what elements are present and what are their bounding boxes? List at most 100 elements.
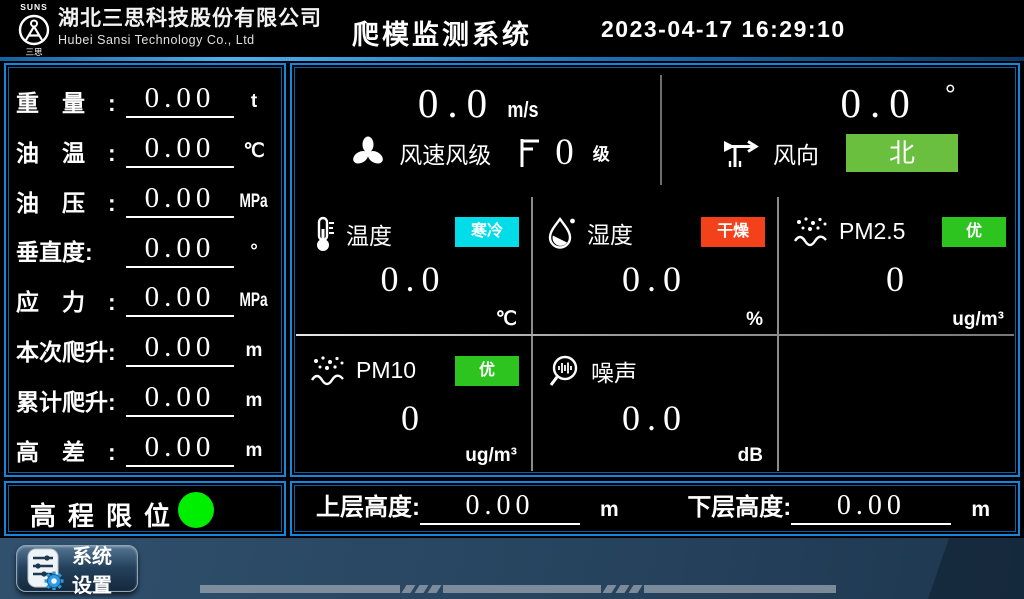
lower-height-unit: m [971, 498, 990, 525]
metric-value: 0.00 [126, 283, 234, 317]
pm-dust-icon [310, 354, 346, 386]
header: SUNS 三思 湖北三思科技股份有限公司 Hubei Sansi Technol… [0, 0, 1024, 57]
metric-label: 应 力 : [16, 290, 126, 317]
temperature-status-badge: 寒冷 [455, 217, 519, 247]
metric-row-oil-temp: 油 温 : 0.00 ℃ [16, 123, 274, 168]
wind-level-value: 0 [555, 134, 574, 171]
humidity-unit: % [746, 309, 763, 331]
fan-icon [350, 135, 386, 171]
metric-value: 0.00 [126, 433, 234, 467]
metric-value: 0.00 [126, 383, 234, 417]
upper-height-value: 0.00 [420, 492, 580, 525]
wind-speed-unit: m/s [508, 97, 539, 123]
metric-row-verticality: 垂直度: 0.00 ° [16, 223, 274, 268]
metric-label: 垂直度: [16, 240, 126, 267]
pm-dust-icon [793, 215, 829, 247]
wind-speed-value: 0.0 [418, 83, 496, 124]
metric-row-current-climb: 本次爬升: 0.00 m [16, 322, 274, 367]
svg-text:SUNS: SUNS [20, 2, 48, 12]
company-name-cn: 湖北三思科技股份有限公司 [58, 7, 322, 31]
wind-direction-value: 0.0 [841, 83, 919, 124]
metric-row-stress: 应 力 : 0.00 MPa [16, 272, 274, 317]
metric-label: 本次爬升: [16, 340, 126, 367]
decorative-stripe [200, 585, 836, 593]
svg-text:三思: 三思 [25, 47, 43, 57]
header-divider [0, 57, 1024, 61]
layer-heights-panel: 上层高度: 0.00 m 下层高度: 0.00 m [290, 481, 1020, 536]
droplet-icon [547, 215, 577, 251]
upper-height-label: 上层高度: [316, 487, 420, 525]
pm10-value: 0 [296, 400, 531, 436]
metric-label: 重 量 : [16, 91, 126, 118]
humidity-value: 0.0 [533, 261, 777, 297]
noise-unit: dB [738, 445, 763, 467]
wind-level-unit: 级 [593, 140, 610, 165]
sliders-gear-icon [26, 548, 64, 590]
lower-height-group: 下层高度: 0.00 m [687, 487, 990, 525]
company-name: 湖北三思科技股份有限公司 Hubei Sansi Technology Co.,… [58, 7, 322, 48]
company-name-en: Hubei Sansi Technology Co., Ltd [58, 33, 322, 47]
datetime-display: 2023-04-17 16:29:10 [601, 16, 846, 43]
noise-value: 0.0 [533, 400, 777, 436]
metric-unit: MPa [240, 191, 268, 213]
metric-label: 高 差 : [16, 440, 126, 467]
environment-panel: 0.0 m/s 风速风级 [290, 63, 1020, 477]
metric-value: 0.00 [126, 134, 234, 168]
cell-label: PM2.5 [839, 218, 905, 245]
page-title: 爬模监测系统 [352, 13, 532, 52]
cell-humidity: 湿度 干燥 0.0 % [533, 197, 777, 334]
elevation-limit-label: 高程限位 [30, 496, 182, 533]
metric-unit: m [234, 340, 274, 367]
cell-temperature: 温度 寒冷 0.0 ℃ [296, 197, 531, 334]
metric-value: 0.00 [126, 84, 234, 118]
humidity-status-badge: 干燥 [701, 217, 765, 247]
upper-height-group: 上层高度: 0.00 m [316, 487, 619, 525]
metric-unit: ℃ [234, 140, 274, 168]
lower-height-value: 0.00 [791, 492, 951, 525]
wind-level-icon [518, 136, 542, 170]
company-logo-icon: SUNS 三思 [12, 1, 56, 57]
pm25-status-badge: 优 [942, 217, 1006, 247]
elevation-limit-panel: 高程限位 [4, 481, 286, 536]
temperature-value: 0.0 [296, 261, 531, 297]
cell-pm10: PM10 优 0 ug/m³ [296, 336, 531, 470]
system-settings-button[interactable]: 系统设置 [16, 545, 138, 592]
metrics-panel: 重 量 : 0.00 t 油 温 : 0.00 ℃ 油 压 : 0.00 MPa… [4, 63, 286, 477]
metric-value: 0.00 [126, 234, 234, 268]
bottom-bar-shade [928, 538, 1024, 599]
cell-label: 温度 [346, 217, 392, 251]
wind-section-divider [660, 75, 662, 185]
wind-vane-icon [720, 135, 760, 171]
metric-label: 累计爬升: [16, 390, 126, 417]
metric-row-height-diff: 高 差 : 0.00 m [16, 422, 274, 467]
lower-height-label: 下层高度: [687, 487, 791, 525]
temperature-unit: ℃ [496, 308, 517, 331]
thermometer-icon [310, 215, 336, 253]
upper-height-unit: m [600, 498, 619, 525]
metric-row-weight: 重 量 : 0.00 t [16, 73, 274, 118]
cell-empty [779, 336, 1018, 470]
wind-direction-unit: ° [945, 81, 956, 109]
cell-pm25: PM2.5 优 0 ug/m³ [779, 197, 1018, 334]
cell-label: 噪声 [591, 354, 637, 388]
cell-label: 湿度 [587, 216, 633, 250]
pm10-unit: ug/m³ [465, 445, 517, 467]
metric-value: 0.00 [126, 184, 234, 218]
wind-direction-badge: 北 [846, 134, 958, 172]
metric-label: 油 温 : [16, 141, 126, 168]
metric-row-total-climb: 累计爬升: 0.00 m [16, 372, 274, 417]
metric-row-oil-pressure: 油 压 : 0.00 MPa [16, 173, 274, 218]
metric-unit: m [234, 440, 274, 467]
wind-direction-label: 风向 [773, 136, 819, 170]
metric-unit: MPa [240, 290, 268, 312]
noise-icon [547, 354, 581, 388]
pm25-value: 0 [779, 261, 1018, 297]
settings-button-label: 系统设置 [72, 540, 128, 598]
pm10-status-badge: 优 [455, 356, 519, 386]
pm25-unit: ug/m³ [952, 309, 1004, 331]
elevation-limit-indicator [178, 492, 214, 528]
metric-unit: m [234, 390, 274, 417]
metric-label: 油 压 : [16, 191, 126, 218]
wind-speed-section: 0.0 m/s 风速风级 [296, 71, 664, 197]
cell-label: PM10 [356, 357, 416, 384]
